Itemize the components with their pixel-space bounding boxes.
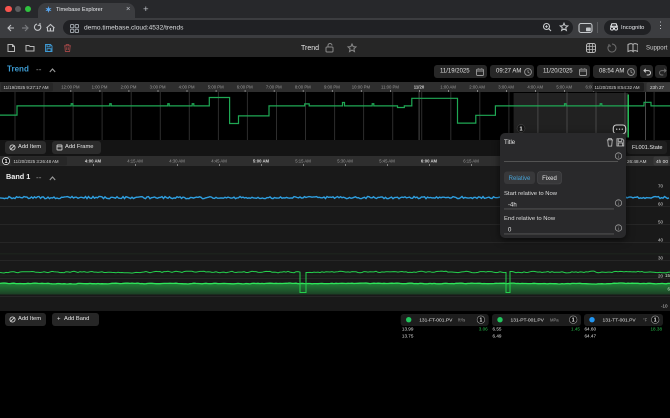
- svg-text:Title: Title: [504, 140, 516, 146]
- svg-text:13.99: 13.99: [402, 327, 414, 332]
- svg-text:4:30 AM: 4:30 AM: [169, 159, 185, 164]
- svg-text:11:00 PM: 11:00 PM: [381, 85, 399, 90]
- svg-text:11/20: 11/20: [414, 85, 425, 90]
- svg-text:11/19/2025 9:27:17 AM: 11/19/2025 9:27:17 AM: [4, 85, 49, 90]
- svg-text:4:45 AM: 4:45 AM: [211, 159, 227, 164]
- svg-text:20: 20: [658, 274, 664, 279]
- svg-text:-4h: -4h: [508, 203, 517, 209]
- svg-text:7:00 PM: 7:00 PM: [266, 85, 282, 90]
- svg-text:5:00 AM: 5:00 AM: [253, 159, 270, 164]
- svg-text:i: i: [618, 226, 619, 231]
- svg-text:8:00 PM: 8:00 PM: [295, 85, 311, 90]
- svg-text:6:00 PM: 6:00 PM: [237, 85, 253, 90]
- svg-text:0: 0: [508, 228, 512, 234]
- svg-text:6:00 AM: 6:00 AM: [421, 159, 438, 164]
- svg-text:5:15 AM: 5:15 AM: [295, 159, 311, 164]
- svg-text:°F: °F: [643, 317, 648, 322]
- svg-text:5:00 AM: 5:00 AM: [556, 85, 572, 90]
- svg-text:4:15 AM: 4:15 AM: [127, 159, 143, 164]
- svg-text:12:00 PM: 12:00 PM: [61, 85, 80, 90]
- svg-text:5:30 AM: 5:30 AM: [337, 159, 353, 164]
- svg-text:64.47: 64.47: [585, 334, 597, 339]
- svg-text:11/20/2025 8:54:32 AM: 11/20/2025 8:54:32 AM: [595, 85, 640, 90]
- svg-text:MPa: MPa: [550, 317, 559, 322]
- svg-text:1: 1: [572, 318, 575, 324]
- svg-text:2:00 PM: 2:00 PM: [121, 85, 137, 90]
- svg-text:40: 40: [658, 238, 664, 243]
- svg-text:4:00 AM: 4:00 AM: [527, 85, 543, 90]
- svg-text:Relative: Relative: [509, 176, 531, 182]
- svg-text:131-FT-001.PV: 131-FT-001.PV: [419, 318, 453, 324]
- svg-text:1: 1: [4, 159, 7, 165]
- svg-text:1: 1: [480, 318, 483, 324]
- svg-text:18.38: 18.38: [651, 327, 663, 332]
- svg-text:Start relative to Now: Start relative to Now: [504, 191, 558, 197]
- svg-text:5:45 AM: 5:45 AM: [379, 159, 395, 164]
- svg-text:3.06: 3.06: [479, 327, 488, 332]
- svg-text:1: 1: [519, 126, 522, 132]
- svg-text:131-PT-001.PV: 131-PT-001.PV: [511, 318, 545, 324]
- svg-text:10:00 PM: 10:00 PM: [352, 85, 371, 90]
- svg-text:60: 60: [658, 202, 664, 207]
- svg-text:13.75: 13.75: [402, 334, 414, 339]
- svg-text:-10: -10: [661, 304, 668, 309]
- svg-text:131-TT-001.PV: 131-TT-001.PV: [603, 318, 637, 324]
- svg-text:End relative to Now: End relative to Now: [504, 216, 556, 222]
- svg-text:4h 00: 4h 00: [656, 159, 668, 165]
- svg-text:11/20/2025 3:26:48 AM: 11/20/2025 3:26:48 AM: [14, 159, 59, 164]
- svg-text:i: i: [618, 201, 619, 206]
- svg-text:50: 50: [658, 220, 664, 225]
- svg-text:3:00 AM: 3:00 AM: [498, 85, 514, 90]
- svg-text:Fixed: Fixed: [542, 176, 557, 182]
- svg-text:ft³/s: ft³/s: [458, 317, 465, 322]
- svg-text:9:00 PM: 9:00 PM: [324, 85, 340, 90]
- svg-text:1:00 PM: 1:00 PM: [92, 85, 108, 90]
- svg-text:23h 27: 23h 27: [650, 85, 664, 90]
- svg-text:1: 1: [654, 318, 657, 324]
- svg-text:6:15 AM: 6:15 AM: [463, 159, 479, 164]
- svg-text:i: i: [618, 154, 619, 159]
- svg-text:26:48 AM: 26:48 AM: [627, 159, 647, 164]
- svg-text:2:00 AM: 2:00 AM: [469, 85, 485, 90]
- svg-text:30: 30: [658, 256, 664, 261]
- svg-text:4:00 PM: 4:00 PM: [179, 85, 195, 90]
- svg-text:6.49: 6.49: [493, 334, 502, 339]
- svg-text:4:00 AM: 4:00 AM: [85, 159, 102, 164]
- svg-text:3:00 PM: 3:00 PM: [150, 85, 166, 90]
- svg-text:70: 70: [658, 184, 664, 189]
- svg-text:5:00 PM: 5:00 PM: [208, 85, 224, 90]
- svg-text:6.55: 6.55: [493, 327, 502, 332]
- svg-text:64.60: 64.60: [585, 327, 597, 332]
- svg-text:15: 15: [665, 273, 670, 278]
- svg-text:1:00 AM: 1:00 AM: [440, 85, 456, 90]
- svg-text:1.45: 1.45: [571, 327, 580, 332]
